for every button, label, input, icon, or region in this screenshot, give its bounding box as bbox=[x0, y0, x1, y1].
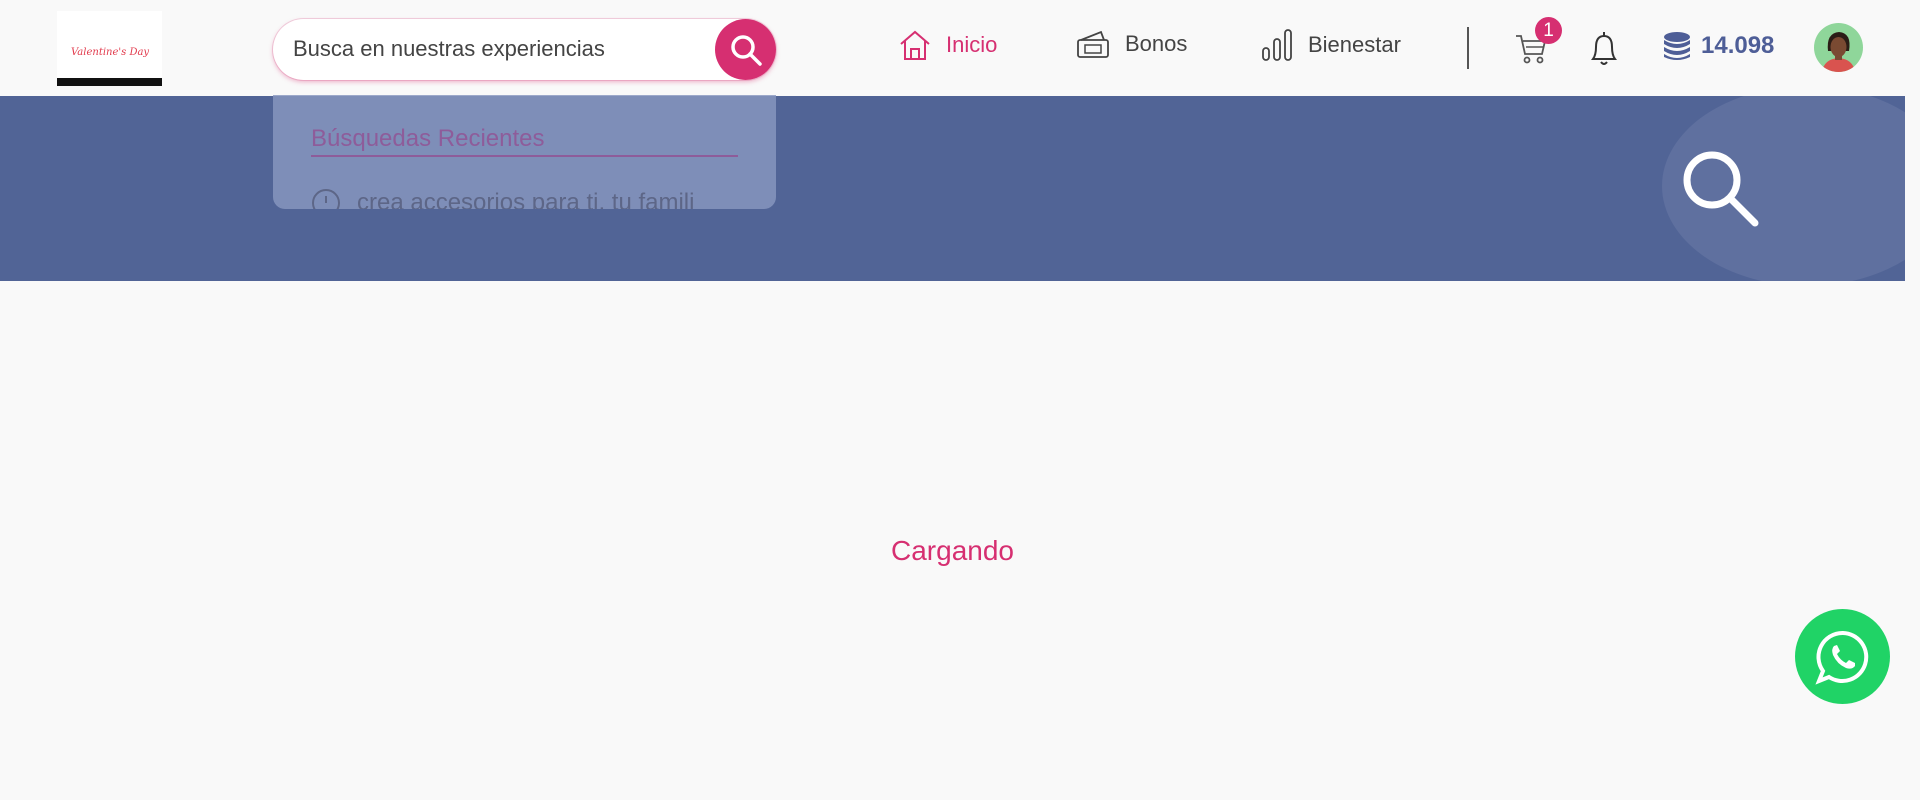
nav-label-bienestar: Bienestar bbox=[1308, 32, 1401, 57]
user-avatar[interactable] bbox=[1814, 23, 1863, 72]
search-icon bbox=[1683, 151, 1759, 227]
nav-item-bonos[interactable]: Bonos bbox=[1075, 28, 1187, 60]
nav-item-inicio[interactable]: Inicio bbox=[898, 28, 997, 62]
ticket-icon bbox=[1077, 30, 1109, 58]
logo-strip bbox=[57, 78, 162, 86]
logo-text: Valentine's Day bbox=[71, 47, 150, 58]
recent-searches-dropdown: Búsquedas Recientes crea accesorios para… bbox=[273, 95, 776, 209]
points-value: 14.098 bbox=[1701, 32, 1775, 59]
brand-logo[interactable]: Valentine's Day bbox=[57, 11, 162, 86]
loading-text: Cargando bbox=[891, 535, 1014, 566]
whatsapp-icon bbox=[1814, 630, 1868, 685]
recent-searches-title: Búsquedas Recientes bbox=[311, 125, 738, 157]
nav-label-bonos: Bonos bbox=[1125, 31, 1188, 56]
recent-search-text: crea accesorios para ti, tu famili bbox=[357, 189, 695, 209]
bar-chart-icon bbox=[1262, 29, 1292, 61]
nav-item-bienestar[interactable]: Bienestar bbox=[1260, 28, 1401, 62]
nav-label-inicio: Inicio bbox=[946, 32, 998, 57]
points-balance[interactable]: 14.098 bbox=[1661, 30, 1774, 62]
clock-icon bbox=[312, 189, 340, 209]
bell-icon[interactable] bbox=[1587, 29, 1621, 69]
avatar-illustration bbox=[1822, 32, 1855, 72]
whatsapp-button[interactable] bbox=[1795, 609, 1890, 704]
recent-search-item[interactable]: crea accesorios para ti, tu famili bbox=[311, 188, 694, 209]
search-icon bbox=[730, 34, 762, 66]
search-input[interactable] bbox=[293, 33, 693, 65]
nav-divider bbox=[1467, 27, 1469, 69]
cart-badge: 1 bbox=[1535, 17, 1562, 44]
home-icon bbox=[900, 30, 930, 60]
coins-icon bbox=[1664, 32, 1690, 60]
search-button[interactable] bbox=[715, 19, 776, 80]
search-bar bbox=[273, 19, 776, 80]
header: Valentine's Day Inicio Bonos bbox=[0, 0, 1905, 96]
